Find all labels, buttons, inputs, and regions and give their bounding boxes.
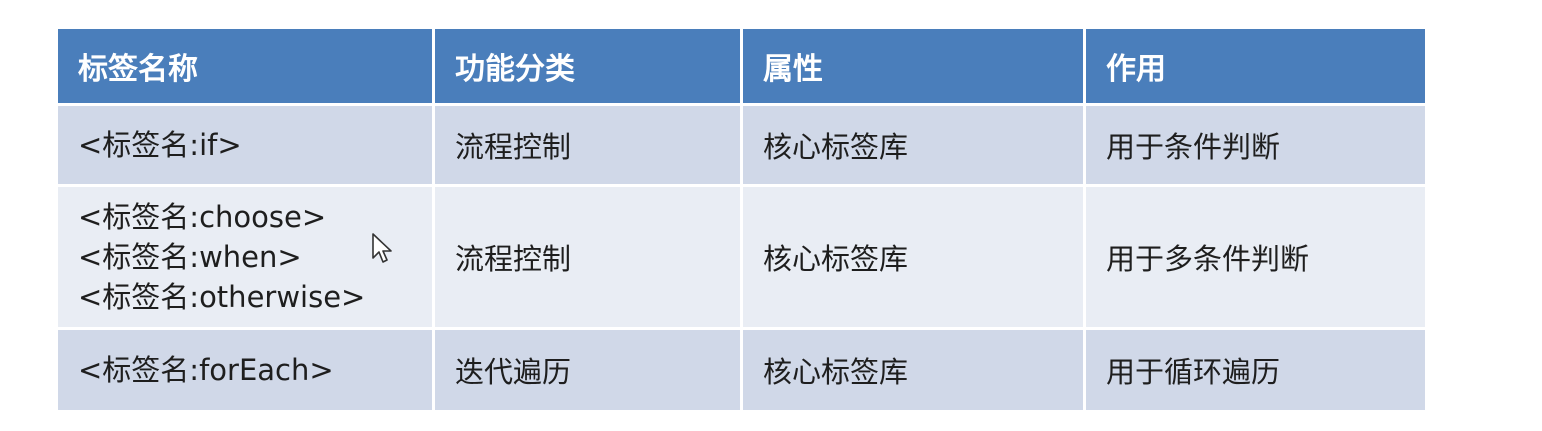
tag-table: 标签名称 功能分类 属性 作用 <标签名:if> 流程控制 核心标签库 用于条件… — [55, 26, 1428, 413]
header-tag-name: 标签名称 — [55, 26, 435, 106]
header-purpose: 作用 — [1083, 26, 1428, 106]
table-row: <标签名:if> 流程控制 核心标签库 用于条件判断 — [55, 103, 1428, 187]
tag-name-cell: <标签名:if> — [55, 103, 435, 187]
purpose-cell: 用于循环遍历 — [1083, 327, 1428, 413]
tag-name: <标签名:if> — [78, 128, 242, 162]
purpose-cell: 用于多条件判断 — [1083, 184, 1428, 330]
category-cell: 流程控制 — [432, 103, 743, 187]
tag-name: <标签名:choose> — [78, 200, 327, 234]
category-cell: 迭代遍历 — [432, 327, 743, 413]
table-header-row: 标签名称 功能分类 属性 作用 — [55, 26, 1428, 106]
attribute-cell: 核心标签库 — [740, 184, 1086, 330]
attribute-cell: 核心标签库 — [740, 103, 1086, 187]
table-row: <标签名:forEach> 迭代遍历 核心标签库 用于循环遍历 — [55, 327, 1428, 413]
tag-name-cell: <标签名:forEach> — [55, 327, 435, 413]
purpose-cell: 用于条件判断 — [1083, 103, 1428, 187]
attribute-cell: 核心标签库 — [740, 327, 1086, 413]
tag-name: <标签名:forEach> — [78, 353, 334, 387]
tag-name: <标签名:otherwise> — [78, 280, 366, 314]
slide: 标签名称 功能分类 属性 作用 <标签名:if> 流程控制 核心标签库 用于条件… — [0, 0, 1542, 431]
table-row: <标签名:choose> <标签名:when> <标签名:otherwise> … — [55, 184, 1428, 330]
category-cell: 流程控制 — [432, 184, 743, 330]
header-attribute: 属性 — [740, 26, 1086, 106]
mouse-pointer-icon — [372, 233, 392, 263]
header-category: 功能分类 — [432, 26, 743, 106]
